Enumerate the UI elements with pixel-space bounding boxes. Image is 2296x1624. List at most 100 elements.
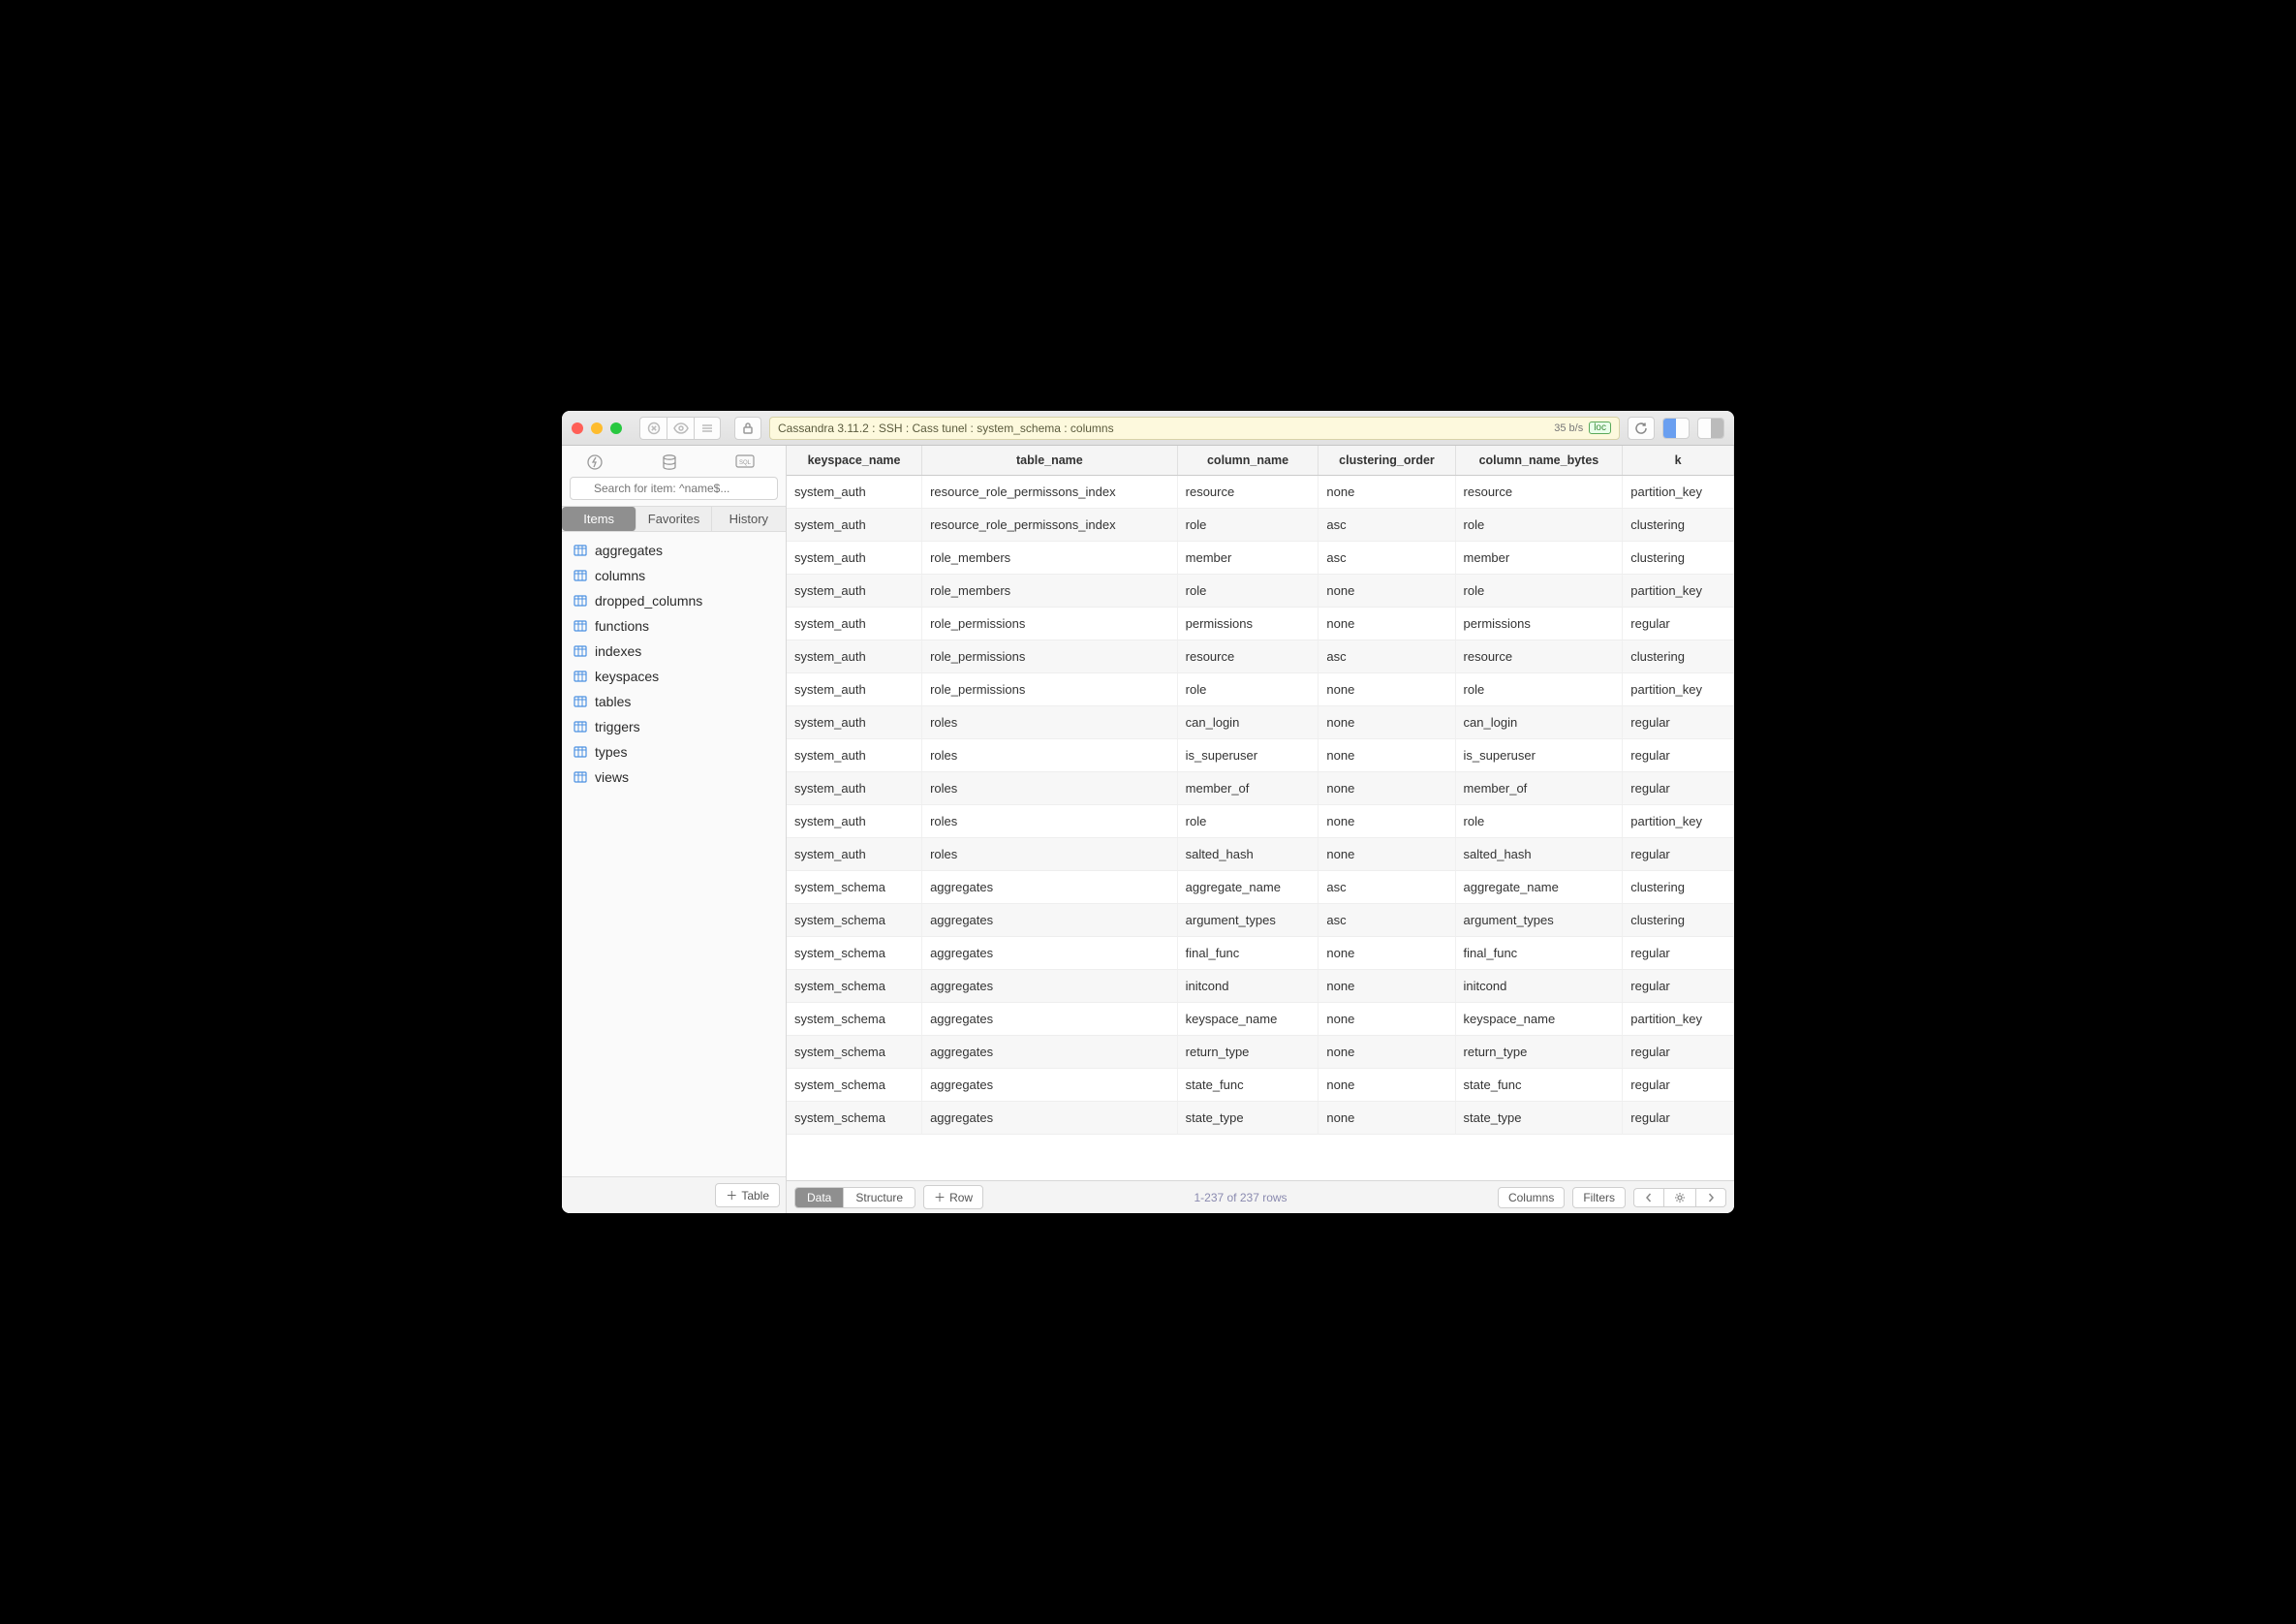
table-cell[interactable]: none bbox=[1319, 476, 1455, 509]
table-cell[interactable]: permissions bbox=[1177, 608, 1319, 640]
table-cell[interactable]: system_auth bbox=[787, 805, 922, 838]
table-cell[interactable]: keyspace_name bbox=[1455, 1003, 1623, 1036]
table-cell[interactable]: none bbox=[1319, 937, 1455, 970]
table-cell[interactable]: role bbox=[1455, 805, 1623, 838]
next-page-button[interactable] bbox=[1695, 1188, 1726, 1207]
table-cell[interactable]: system_schema bbox=[787, 937, 922, 970]
table-cell[interactable]: role bbox=[1177, 509, 1319, 542]
table-cell[interactable]: clustering bbox=[1623, 871, 1734, 904]
table-cell[interactable]: asc bbox=[1319, 904, 1455, 937]
table-cell[interactable]: partition_key bbox=[1623, 805, 1734, 838]
table-cell[interactable]: roles bbox=[922, 805, 1178, 838]
table-cell[interactable]: aggregates bbox=[922, 1102, 1178, 1135]
table-cell[interactable]: initcond bbox=[1177, 970, 1319, 1003]
table-cell[interactable]: role bbox=[1455, 509, 1623, 542]
table-cell[interactable]: permissions bbox=[1455, 608, 1623, 640]
table-cell[interactable]: state_func bbox=[1455, 1069, 1623, 1102]
list-icon[interactable] bbox=[694, 417, 721, 440]
table-row[interactable]: system_schemaaggregatesinitcondnoneinitc… bbox=[787, 970, 1734, 1003]
table-cell[interactable]: none bbox=[1319, 706, 1455, 739]
table-cell[interactable]: member bbox=[1177, 542, 1319, 575]
table-cell[interactable]: none bbox=[1319, 838, 1455, 871]
table-cell[interactable]: clustering bbox=[1623, 542, 1734, 575]
table-cell[interactable]: argument_types bbox=[1455, 904, 1623, 937]
table-cell[interactable]: none bbox=[1319, 575, 1455, 608]
tab-items[interactable]: Items bbox=[562, 507, 636, 531]
table-cell[interactable]: role_members bbox=[922, 575, 1178, 608]
table-cell[interactable]: resource bbox=[1455, 476, 1623, 509]
table-row[interactable]: system_authresource_role_permissons_inde… bbox=[787, 476, 1734, 509]
table-cell[interactable]: role bbox=[1177, 673, 1319, 706]
tab-history[interactable]: History bbox=[712, 507, 786, 531]
add-table-button[interactable]: ＋ Table bbox=[715, 1183, 780, 1207]
column-header[interactable]: clustering_order bbox=[1319, 446, 1455, 476]
table-row[interactable]: system_authrole_permissionsresourceascre… bbox=[787, 640, 1734, 673]
table-cell[interactable]: resource_role_permissons_index bbox=[922, 509, 1178, 542]
columns-button[interactable]: Columns bbox=[1498, 1187, 1565, 1208]
table-cell[interactable]: system_schema bbox=[787, 871, 922, 904]
table-cell[interactable]: is_superuser bbox=[1177, 739, 1319, 772]
table-cell[interactable]: initcond bbox=[1455, 970, 1623, 1003]
table-row[interactable]: system_authrole_permissionspermissionsno… bbox=[787, 608, 1734, 640]
table-cell[interactable]: none bbox=[1319, 1069, 1455, 1102]
table-cell[interactable]: none bbox=[1319, 1003, 1455, 1036]
table-cell[interactable]: aggregate_name bbox=[1455, 871, 1623, 904]
table-cell[interactable]: system_auth bbox=[787, 575, 922, 608]
sidebar-item-views[interactable]: views bbox=[562, 765, 786, 790]
column-header[interactable]: k bbox=[1623, 446, 1734, 476]
table-cell[interactable]: salted_hash bbox=[1455, 838, 1623, 871]
table-cell[interactable]: role bbox=[1177, 805, 1319, 838]
view-data[interactable]: Data bbox=[795, 1188, 844, 1207]
maximize-window-button[interactable] bbox=[610, 422, 622, 434]
sidebar-item-triggers[interactable]: triggers bbox=[562, 714, 786, 739]
table-cell[interactable]: clustering bbox=[1623, 640, 1734, 673]
table-cell[interactable]: state_type bbox=[1177, 1102, 1319, 1135]
search-input[interactable] bbox=[570, 477, 778, 500]
view-structure[interactable]: Structure bbox=[844, 1188, 915, 1207]
table-row[interactable]: system_schemaaggregatesargument_typesasc… bbox=[787, 904, 1734, 937]
table-cell[interactable]: aggregates bbox=[922, 1036, 1178, 1069]
table-row[interactable]: system_authresource_role_permissons_inde… bbox=[787, 509, 1734, 542]
table-cell[interactable]: role bbox=[1177, 575, 1319, 608]
gear-icon[interactable] bbox=[1663, 1188, 1695, 1207]
table-cell[interactable]: regular bbox=[1623, 739, 1734, 772]
table-row[interactable]: system_schemaaggregatesstate_funcnonesta… bbox=[787, 1069, 1734, 1102]
add-row-button[interactable]: ＋ Row bbox=[923, 1185, 983, 1209]
column-header[interactable]: keyspace_name bbox=[787, 446, 922, 476]
table-cell[interactable]: aggregate_name bbox=[1177, 871, 1319, 904]
table-cell[interactable]: roles bbox=[922, 706, 1178, 739]
table-cell[interactable]: roles bbox=[922, 772, 1178, 805]
table-cell[interactable]: role_permissions bbox=[922, 640, 1178, 673]
column-header[interactable]: table_name bbox=[922, 446, 1178, 476]
table-cell[interactable]: system_auth bbox=[787, 838, 922, 871]
table-cell[interactable]: aggregates bbox=[922, 937, 1178, 970]
table-cell[interactable]: resource bbox=[1177, 476, 1319, 509]
table-cell[interactable]: none bbox=[1319, 970, 1455, 1003]
table-cell[interactable]: aggregates bbox=[922, 970, 1178, 1003]
table-cell[interactable]: aggregates bbox=[922, 1069, 1178, 1102]
table-cell[interactable]: keyspace_name bbox=[1177, 1003, 1319, 1036]
table-row[interactable]: system_authrolesrolenonerolepartition_ke… bbox=[787, 805, 1734, 838]
table-cell[interactable]: system_schema bbox=[787, 1003, 922, 1036]
table-cell[interactable]: aggregates bbox=[922, 871, 1178, 904]
table-row[interactable]: system_schemaaggregatesaggregate_nameasc… bbox=[787, 871, 1734, 904]
table-row[interactable]: system_authrolesmember_ofnonemember_ofre… bbox=[787, 772, 1734, 805]
column-header[interactable]: column_name bbox=[1177, 446, 1319, 476]
table-cell[interactable]: regular bbox=[1623, 970, 1734, 1003]
sidebar-item-indexes[interactable]: indexes bbox=[562, 639, 786, 664]
table-cell[interactable]: resource_role_permissons_index bbox=[922, 476, 1178, 509]
table-row[interactable]: system_schemaaggregatesreturn_typenonere… bbox=[787, 1036, 1734, 1069]
table-cell[interactable]: system_auth bbox=[787, 772, 922, 805]
table-cell[interactable]: final_func bbox=[1455, 937, 1623, 970]
table-row[interactable]: system_authrole_membersmemberascmembercl… bbox=[787, 542, 1734, 575]
table-cell[interactable]: regular bbox=[1623, 772, 1734, 805]
sidebar-item-aggregates[interactable]: aggregates bbox=[562, 538, 786, 563]
table-cell[interactable]: roles bbox=[922, 838, 1178, 871]
table-row[interactable]: system_authrole_membersrolenoneroleparti… bbox=[787, 575, 1734, 608]
table-cell[interactable]: state_func bbox=[1177, 1069, 1319, 1102]
table-cell[interactable]: system_auth bbox=[787, 739, 922, 772]
table-cell[interactable]: system_auth bbox=[787, 608, 922, 640]
table-cell[interactable]: aggregates bbox=[922, 1003, 1178, 1036]
table-cell[interactable]: system_schema bbox=[787, 1036, 922, 1069]
table-cell[interactable]: system_auth bbox=[787, 509, 922, 542]
